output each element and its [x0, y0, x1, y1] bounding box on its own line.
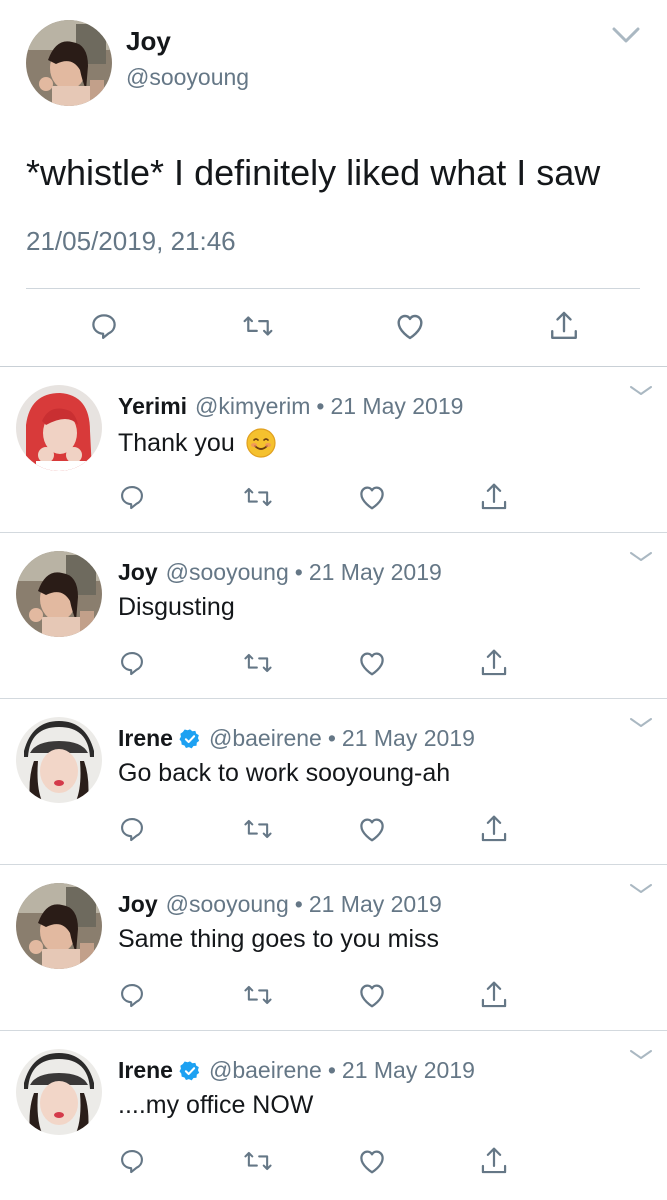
retweet-icon[interactable]	[240, 977, 276, 1013]
reply-header: Joy @sooyoung • 21 May 2019	[118, 891, 442, 918]
avatar[interactable]	[16, 1049, 102, 1135]
author-handle[interactable]: @sooyoung	[166, 891, 289, 918]
reply-tweet[interactable]: Irene @baeirene • 21 May 2019 Go back to…	[0, 699, 667, 865]
reply-date[interactable]: 21 May 2019	[342, 725, 475, 752]
reply-icon[interactable]	[114, 811, 150, 847]
reply-date[interactable]: 21 May 2019	[342, 1057, 475, 1084]
avatar[interactable]	[16, 551, 102, 637]
reply-text: Same thing goes to you miss	[118, 925, 439, 953]
avatar[interactable]	[26, 20, 112, 106]
separator: •	[294, 559, 303, 585]
main-tweet: Joy @sooyoung *whistle* I definitely lik…	[0, 0, 667, 367]
chevron-down-icon[interactable]	[628, 715, 654, 731]
author-name[interactable]: Irene	[118, 725, 173, 752]
reply-text: Go back to work sooyoung-ah	[118, 759, 451, 787]
smiling-face-emoji	[245, 427, 277, 459]
chevron-down-icon[interactable]	[610, 24, 642, 46]
reply-tweet[interactable]: Joy @sooyoung • 21 May 2019 Disgusting	[0, 533, 667, 699]
separator: •	[294, 891, 303, 917]
reply-tweet[interactable]: Yerimi @kimyerim • 21 May 2019 Thank you	[0, 367, 667, 533]
share-icon[interactable]	[476, 645, 512, 681]
reply-text: Disgusting	[118, 593, 235, 621]
reply-text-row: Thank you	[118, 427, 277, 459]
chevron-down-icon[interactable]	[628, 383, 654, 399]
author-name[interactable]: Yerimi	[118, 393, 187, 420]
verified-badge-icon	[179, 1060, 201, 1082]
chevron-down-icon[interactable]	[628, 549, 654, 565]
retweet-icon[interactable]	[240, 308, 276, 344]
like-icon[interactable]	[354, 479, 390, 515]
reply-icon[interactable]	[114, 1143, 150, 1179]
retweet-icon[interactable]	[240, 1143, 276, 1179]
reply-tweet[interactable]: Irene @baeirene • 21 May 2019 ....my off…	[0, 1031, 667, 1200]
author-handle[interactable]: @sooyoung	[126, 64, 249, 91]
avatar[interactable]	[16, 883, 102, 969]
like-icon[interactable]	[354, 977, 390, 1013]
reply-icon[interactable]	[114, 977, 150, 1013]
reply-tweet[interactable]: Joy @sooyoung • 21 May 2019 Same thing g…	[0, 865, 667, 1031]
reply-text-row: Same thing goes to you miss	[118, 925, 439, 954]
author-handle[interactable]: @baeirene	[209, 725, 322, 752]
share-icon[interactable]	[546, 308, 582, 344]
retweet-icon[interactable]	[240, 479, 276, 515]
reply-header: Joy @sooyoung • 21 May 2019	[118, 559, 442, 586]
reply-icon[interactable]	[114, 645, 150, 681]
reply-text-row: ....my office NOW	[118, 1091, 313, 1120]
author-handle[interactable]: @baeirene	[209, 1057, 322, 1084]
reply-date[interactable]: 21 May 2019	[309, 891, 442, 918]
retweet-icon[interactable]	[240, 645, 276, 681]
reply-header: Irene @baeirene • 21 May 2019	[118, 1057, 475, 1084]
author-handle[interactable]: @sooyoung	[166, 559, 289, 586]
author-name[interactable]: Joy	[118, 891, 158, 918]
chevron-down-icon[interactable]	[628, 881, 654, 897]
reply-header: Yerimi @kimyerim • 21 May 2019	[118, 393, 463, 420]
reply-text: ....my office NOW	[118, 1091, 314, 1119]
avatar[interactable]	[16, 385, 102, 471]
share-icon[interactable]	[476, 977, 512, 1013]
reply-date[interactable]: 21 May 2019	[330, 393, 463, 420]
reply-text-row: Disgusting	[118, 593, 235, 622]
separator: •	[316, 393, 325, 419]
separator: •	[327, 1057, 336, 1083]
author-name[interactable]: Irene	[118, 1057, 173, 1084]
tweet-text: *whistle* I definitely liked what I saw	[26, 152, 601, 193]
avatar[interactable]	[16, 717, 102, 803]
author-handle[interactable]: @kimyerim	[195, 393, 310, 420]
share-icon[interactable]	[476, 1143, 512, 1179]
like-icon[interactable]	[354, 1143, 390, 1179]
author-name[interactable]: Joy	[126, 26, 171, 57]
share-icon[interactable]	[476, 811, 512, 847]
verified-badge-icon	[179, 728, 201, 750]
retweet-icon[interactable]	[240, 811, 276, 847]
like-icon[interactable]	[392, 308, 428, 344]
reply-header: Irene @baeirene • 21 May 2019	[118, 725, 475, 752]
author-name[interactable]: Joy	[118, 559, 158, 586]
divider	[26, 288, 640, 289]
reply-text-row: Go back to work sooyoung-ah	[118, 759, 450, 788]
reply-text: Thank you	[118, 428, 235, 457]
reply-icon[interactable]	[114, 479, 150, 515]
reply-icon[interactable]	[86, 308, 122, 344]
share-icon[interactable]	[476, 479, 512, 515]
like-icon[interactable]	[354, 811, 390, 847]
chevron-down-icon[interactable]	[628, 1047, 654, 1063]
reply-date[interactable]: 21 May 2019	[309, 559, 442, 586]
like-icon[interactable]	[354, 645, 390, 681]
tweet-timestamp[interactable]: 21/05/2019, 21:46	[26, 226, 236, 257]
separator: •	[327, 725, 336, 751]
